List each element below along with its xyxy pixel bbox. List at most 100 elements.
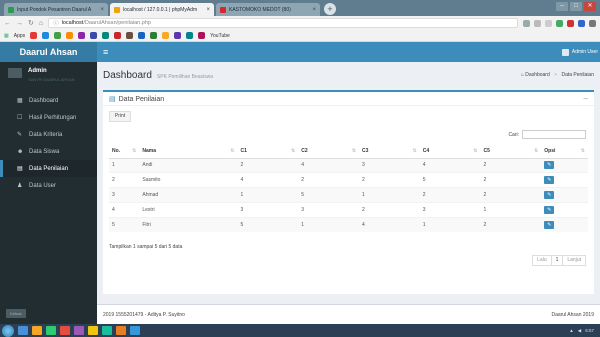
- network-icon[interactable]: ▲: [569, 328, 573, 333]
- sidebar: Daarul Ahsan Admin SANTRI DAARUL AHSAN ▦…: [0, 42, 97, 324]
- bookmark-icon[interactable]: [138, 32, 146, 39]
- sidebar-item-data-user[interactable]: ♟ Data User: [0, 177, 97, 194]
- column-header[interactable]: C5 ⇅: [480, 144, 542, 159]
- browser-tab[interactable]: Input Pondok Pesantren Daarul A ×: [4, 3, 108, 16]
- browser-tab[interactable]: KASTOMOKO MEDOT (80) ×: [216, 3, 320, 16]
- brand-logo[interactable]: Daarul Ahsan: [0, 42, 97, 62]
- sidebar-item-dashboard[interactable]: ▦ Dashboard: [0, 92, 97, 109]
- cell-c2: 1: [298, 216, 359, 232]
- taskbar-app-icon[interactable]: [60, 326, 70, 335]
- column-header[interactable]: C2 ⇅: [298, 144, 359, 159]
- bookmark-icon[interactable]: [174, 32, 182, 39]
- pencil-icon: ✎: [17, 132, 23, 138]
- sidebar-item-hasil-perhitungan[interactable]: ☐ Hasil Perhitungan: [0, 109, 97, 126]
- bookmark-icon[interactable]: [30, 32, 38, 39]
- start-button-icon[interactable]: [2, 324, 14, 337]
- tab-close-icon[interactable]: ×: [312, 7, 316, 13]
- bookmark-icon[interactable]: [198, 32, 206, 39]
- box-header: ▤ Data Penilaian –: [103, 92, 594, 106]
- close-window-icon[interactable]: ✕: [584, 2, 596, 11]
- avatar: [8, 68, 22, 78]
- zoom-icon[interactable]: [534, 19, 541, 27]
- edit-button[interactable]: ✎: [544, 161, 555, 170]
- cell-c1: 1: [237, 187, 299, 203]
- bookmark-icon[interactable]: [42, 32, 50, 39]
- bookmark-icon[interactable]: [102, 32, 110, 39]
- cell-c2: 2: [298, 172, 359, 188]
- pagination-previous[interactable]: Lalu: [532, 255, 552, 266]
- cell-nama: Andi: [139, 157, 238, 173]
- nav-user-menu[interactable]: Admin User: [561, 48, 598, 56]
- bookmark-icon[interactable]: [114, 32, 122, 39]
- column-header[interactable]: C3 ⇅: [359, 144, 420, 159]
- extension-icon[interactable]: [556, 19, 563, 27]
- taskbar-app-icon[interactable]: [74, 326, 84, 335]
- column-header-label: C1: [240, 147, 247, 154]
- clock[interactable]: 6:57: [585, 328, 594, 333]
- bookmark-icon[interactable]: [162, 32, 170, 39]
- url-field[interactable]: ⓘ localhost/DaarulAhsan/penilaian.php: [48, 18, 518, 28]
- volume-icon[interactable]: ◀: [578, 328, 581, 334]
- minimize-icon[interactable]: –: [556, 2, 568, 11]
- edit-icon: ✎: [547, 162, 552, 169]
- tab-close-icon[interactable]: ×: [206, 7, 210, 13]
- bookmark-icon[interactable]: [54, 32, 62, 39]
- table-body: 1 Andi 2 4 3 4 2 ✎ 2 Sasmito 4 2 2 5 2 ✎ 3 Ahmad 1 5 1 2 2 ✎ 4 Le…: [109, 157, 588, 232]
- search-input[interactable]: [522, 130, 586, 139]
- bookmark-icon[interactable]: [66, 32, 74, 39]
- edit-button[interactable]: ✎: [544, 176, 555, 185]
- bookmark-icon[interactable]: [150, 32, 158, 39]
- print-button[interactable]: Print: [109, 111, 131, 122]
- taskbar-app-icon[interactable]: [130, 326, 140, 335]
- extension-icon[interactable]: [578, 19, 585, 27]
- cell-c1: 2: [237, 157, 299, 173]
- cell-c2: 3: [298, 201, 359, 218]
- taskbar-app-icon[interactable]: [46, 326, 56, 335]
- reload-icon[interactable]: ↻: [28, 19, 34, 27]
- browser-tab[interactable]: localhost / 127.0.0.1 | phpMyAdm ×: [110, 3, 214, 16]
- bookmark-icon[interactable]: [186, 32, 194, 39]
- column-header[interactable]: Nama ⇅: [139, 144, 238, 159]
- profile-icon[interactable]: [589, 19, 596, 27]
- sidebar-item-label: Data Siswa: [29, 148, 60, 155]
- taskbar-app-icon[interactable]: [32, 326, 42, 335]
- logout-button[interactable]: Keluar: [6, 309, 26, 318]
- home-icon[interactable]: ⌂: [39, 20, 43, 27]
- star-icon[interactable]: [545, 19, 552, 27]
- collapse-icon[interactable]: –: [584, 94, 588, 103]
- cell-c1: 3: [237, 201, 299, 218]
- users-icon: ☻: [17, 148, 24, 155]
- edit-button[interactable]: ✎: [544, 190, 555, 199]
- bookmark-icon[interactable]: [126, 32, 134, 39]
- maximize-icon[interactable]: □: [570, 2, 582, 11]
- bookmark-icon[interactable]: [78, 32, 86, 39]
- cell-nama: Fitri: [139, 216, 238, 232]
- taskbar-app-icon[interactable]: [116, 326, 126, 335]
- column-header[interactable]: No. ⇅: [109, 144, 140, 159]
- edit-button[interactable]: ✎: [544, 205, 555, 214]
- bookmark-icon[interactable]: [90, 32, 98, 39]
- new-tab-button[interactable]: +: [324, 3, 336, 15]
- bookmark-apps[interactable]: Apps: [14, 33, 25, 39]
- taskbar-app-icon[interactable]: [102, 326, 112, 335]
- taskbar-app-icon[interactable]: [88, 326, 98, 335]
- tab-close-icon[interactable]: ×: [100, 7, 104, 13]
- sidebar-item-data-penilaian[interactable]: ▤ Data Penilaian: [0, 160, 97, 177]
- breadcrumb-dashboard[interactable]: Dashboard: [525, 72, 549, 78]
- forward-icon[interactable]: →: [16, 20, 23, 27]
- column-header[interactable]: Opsi ⇅: [541, 144, 588, 159]
- bookmark-youtube[interactable]: YouTube: [210, 33, 230, 39]
- column-header[interactable]: C1 ⇅: [237, 144, 299, 159]
- translate-icon[interactable]: [523, 19, 530, 27]
- back-icon[interactable]: ←: [4, 20, 11, 27]
- pagination-next[interactable]: Lanjut: [562, 255, 586, 266]
- sidebar-item-data-siswa[interactable]: ☻ Data Siswa: [0, 143, 97, 160]
- edit-icon: ✎: [547, 221, 552, 228]
- edit-button[interactable]: ✎: [544, 220, 555, 229]
- menu-toggle-icon[interactable]: ≡: [103, 47, 108, 57]
- column-header[interactable]: C4 ⇅: [419, 144, 481, 159]
- extension-icon[interactable]: [567, 19, 574, 27]
- sidebar-item-data-kriteria[interactable]: ✎ Data Kriteria: [0, 126, 97, 143]
- taskbar-app-icon[interactable]: [18, 326, 28, 335]
- sort-icon: ⇅: [351, 148, 356, 154]
